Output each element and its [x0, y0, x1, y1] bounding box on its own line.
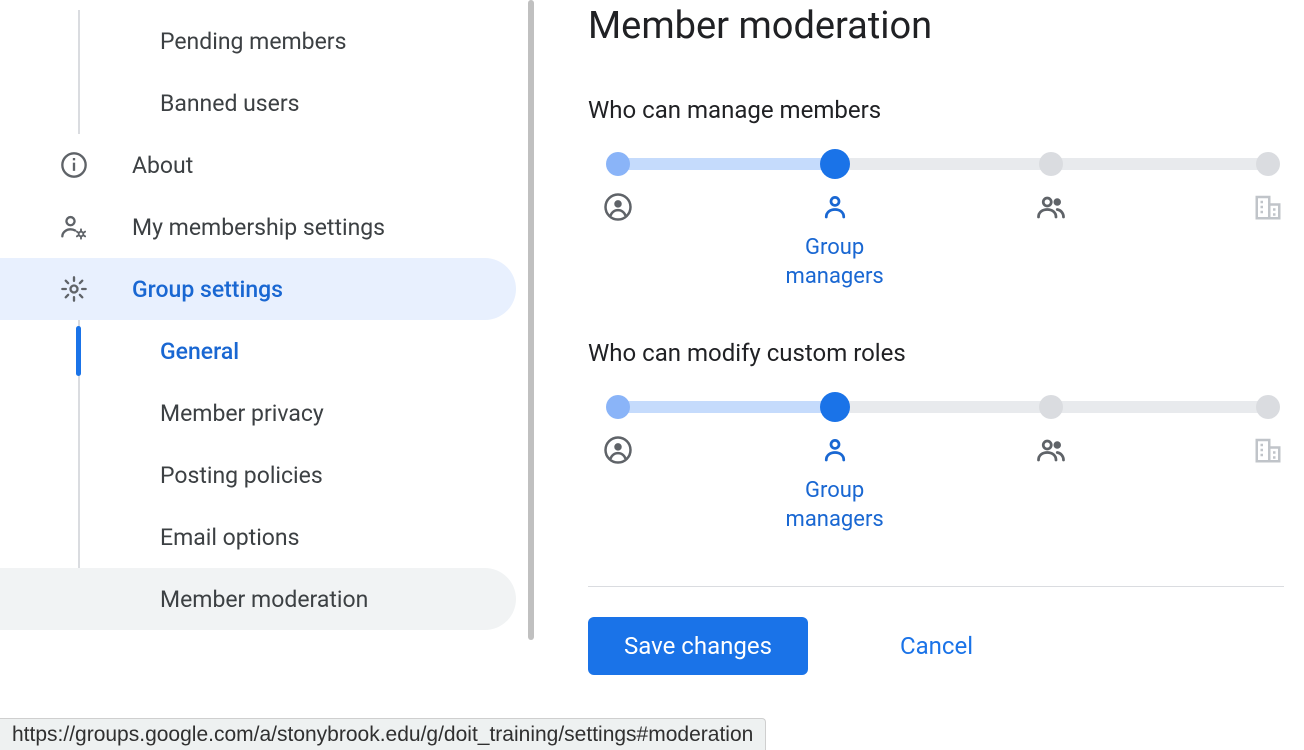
sidebar-item-member-privacy[interactable]: Member privacy — [0, 382, 516, 444]
save-button[interactable]: Save changes — [588, 617, 808, 675]
slider-stop-members[interactable] — [1039, 395, 1063, 419]
section-title: Who can modify custom roles — [588, 339, 1304, 367]
slider-stop-org[interactable] — [1256, 152, 1280, 176]
main-content: Member moderation Who can manage members — [534, 0, 1304, 750]
sidebar-item-label: Banned users — [160, 90, 300, 117]
permission-slider-roles[interactable]: Group managers — [618, 395, 1268, 534]
stop-owners — [578, 435, 658, 534]
slider-stop-org[interactable] — [1256, 395, 1280, 419]
sidebar: Pending members Banned users About My me… — [0, 0, 534, 750]
sidebar-item-label: Posting policies — [160, 462, 323, 489]
section-manage-members: Who can manage members Group — [588, 96, 1304, 291]
page-title: Member moderation — [588, 0, 1304, 48]
cancel-button[interactable]: Cancel — [864, 617, 1009, 675]
sidebar-item-group-settings[interactable]: Group settings — [0, 258, 516, 320]
owner-icon — [603, 192, 633, 222]
sidebar-item-pending-members[interactable]: Pending members — [0, 10, 516, 72]
organization-icon — [1253, 435, 1283, 465]
people-sublist: Pending members Banned users — [0, 10, 534, 134]
section-title: Who can manage members — [588, 96, 1304, 124]
sidebar-item-label: Member privacy — [160, 400, 324, 427]
members-icon — [1036, 192, 1066, 222]
sidebar-item-label: General — [160, 338, 239, 365]
sidebar-item-label: My membership settings — [132, 214, 385, 241]
sidebar-item-member-moderation[interactable]: Member moderation — [0, 568, 516, 630]
slider-stop-owners[interactable] — [606, 152, 630, 176]
members-icon — [1036, 435, 1066, 465]
sidebar-item-label: Pending members — [160, 28, 346, 55]
stop-label: Group managers — [765, 234, 905, 291]
group-settings-sublist: General Member privacy Posting policies … — [0, 320, 534, 630]
info-icon — [60, 151, 88, 179]
sidebar-item-banned-users[interactable]: Banned users — [0, 72, 516, 134]
slider-stop-managers[interactable] — [820, 149, 850, 179]
sidebar-item-label: Email options — [160, 524, 299, 551]
sidebar-item-general[interactable]: General — [0, 320, 516, 382]
sidebar-item-my-membership-settings[interactable]: My membership settings — [0, 196, 516, 258]
browser-status-bar: https://groups.google.com/a/stonybrook.e… — [0, 718, 766, 750]
slider-stop-managers[interactable] — [820, 392, 850, 422]
stop-label: Group managers — [765, 477, 905, 534]
slider-stop-owners[interactable] — [606, 395, 630, 419]
section-modify-roles: Who can modify custom roles G — [588, 339, 1304, 534]
permission-slider-manage[interactable]: Group managers — [618, 152, 1268, 291]
sidebar-item-label: Member moderation — [160, 586, 368, 613]
sidebar-item-email-options[interactable]: Email options — [0, 506, 516, 568]
stop-managers: Group managers — [795, 192, 875, 291]
manager-icon — [820, 435, 850, 465]
sidebar-item-posting-policies[interactable]: Posting policies — [0, 444, 516, 506]
manager-icon — [820, 192, 850, 222]
gear-icon — [60, 275, 88, 303]
person-gear-icon — [60, 213, 88, 241]
footer-actions: Save changes Cancel — [588, 617, 1304, 675]
stop-organization — [1228, 192, 1304, 291]
organization-icon — [1253, 192, 1283, 222]
divider — [588, 586, 1284, 587]
stop-managers: Group managers — [795, 435, 875, 534]
sidebar-item-label: Group settings — [132, 276, 283, 303]
stop-members — [1011, 192, 1091, 291]
sidebar-item-about[interactable]: About — [0, 134, 516, 196]
stop-owners — [578, 192, 658, 291]
stop-members — [1011, 435, 1091, 534]
stop-organization — [1228, 435, 1304, 534]
slider-stop-members[interactable] — [1039, 152, 1063, 176]
sidebar-item-label: About — [132, 152, 193, 179]
owner-icon — [603, 435, 633, 465]
